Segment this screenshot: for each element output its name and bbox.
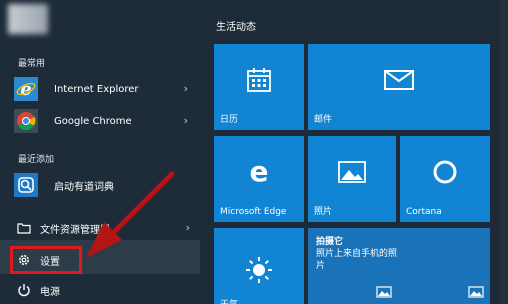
annotation-arrow <box>86 171 175 258</box>
start-menu: 最常用 e Internet Explorer › Google Chrome … <box>0 0 508 304</box>
